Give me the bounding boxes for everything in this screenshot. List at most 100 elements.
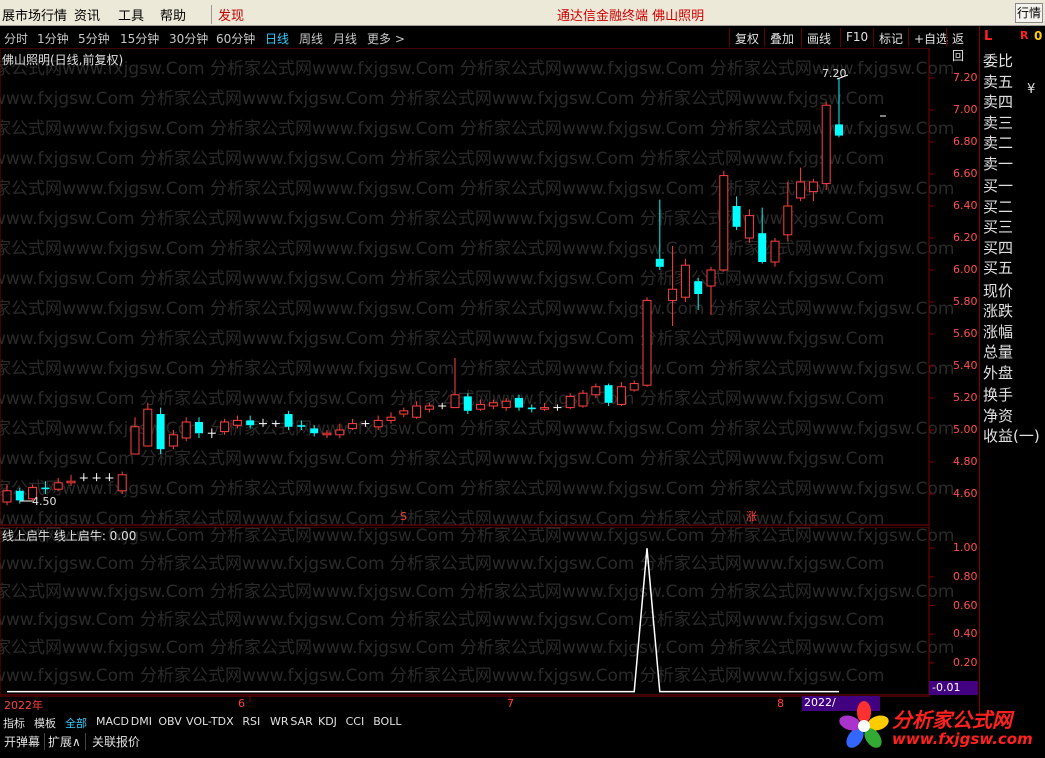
- panel-left-marker[interactable]: L: [984, 29, 992, 44]
- extension-tabs: 开弹幕 扩展∧ 关联报价: [0, 731, 150, 751]
- indicator-chart[interactable]: 分析家公式网www.fxjgsw.Com 分析家公式网www.fxjgsw.Co…: [0, 527, 978, 695]
- indicator-tab[interactable]: KDJ: [318, 715, 337, 728]
- date-axis: 2022年 6 7 8 2022/: [0, 695, 978, 713]
- site-logo: 分析家公式网 www.fxjgsw.com: [834, 696, 1042, 756]
- candle: [117, 471, 127, 494]
- candle: [604, 383, 613, 406]
- quote-label: 换手: [983, 386, 1014, 404]
- indicator-tab[interactable]: OBV: [158, 715, 181, 728]
- candle: [770, 238, 780, 267]
- indicator-tab[interactable]: RSI: [242, 715, 260, 728]
- indicator-tick-label: 0.20: [953, 655, 978, 669]
- period-1min[interactable]: 1分钟: [37, 30, 69, 47]
- quote-button[interactable]: 行情: [1015, 3, 1043, 23]
- indicator-title: 线上启牛 线上启牛: 0.00: [2, 529, 137, 543]
- expand-button[interactable]: 扩展∧: [48, 733, 86, 750]
- price-tick-label: 6.00: [953, 263, 978, 276]
- yen-icon: ¥: [1027, 82, 1036, 97]
- indicator-tab[interactable]: CCI: [346, 715, 365, 728]
- period-weekly[interactable]: 周线: [299, 30, 323, 47]
- watermark-text: 分析家公式网www.fxjgsw.Com 分析家公式网www.fxjgsw.Co…: [0, 638, 954, 658]
- watermark-text: 分析家公式网www.fxjgsw.Com 分析家公式网www.fxjgsw.Co…: [0, 149, 884, 169]
- indicator-svg[interactable]: 分析家公式网www.fxjgsw.Com 分析家公式网www.fxjgsw.Co…: [0, 527, 978, 695]
- candle: [642, 297, 652, 387]
- logo-title: 分析家公式网: [892, 708, 1012, 732]
- indicator-tabs: 指标 模板 全部 MACD DMI OBV VOL-TDX RSI WR SAR KDJ CCI BOL…: [0, 713, 830, 731]
- price-tick-label: 5.60: [953, 327, 978, 340]
- quote-label: 现价: [983, 281, 1014, 300]
- indicator-tab[interactable]: BOLL: [373, 715, 401, 728]
- price-tick-label: 7.20: [953, 71, 978, 84]
- quote-label: 买四: [983, 238, 1014, 257]
- watermark-text: 分析家公式网www.fxjgsw.Com 分析家公式网www.fxjgsw.Co…: [0, 419, 954, 439]
- price-tick-label: 4.80: [953, 455, 978, 468]
- indicator-tab[interactable]: 模板: [34, 715, 56, 731]
- draw-line-button[interactable]: 画线: [801, 28, 836, 47]
- indicator-tick-label: 0.60: [953, 598, 978, 612]
- menu-news[interactable]: 资讯: [74, 5, 100, 24]
- indicator-tick-label: 0.40: [953, 627, 978, 641]
- danmaku-toggle[interactable]: 开弹幕: [4, 733, 46, 750]
- period-intraday[interactable]: 分时: [4, 30, 28, 47]
- quote-label: 买五: [983, 259, 1014, 277]
- period-15min[interactable]: 15分钟: [120, 30, 159, 47]
- watermark-text: 分析家公式网www.fxjgsw.Com 分析家公式网www.fxjgsw.Co…: [0, 479, 954, 499]
- watermark-text: 分析家公式网www.fxjgsw.Com 分析家公式网www.fxjgsw.Co…: [0, 89, 884, 109]
- watermark-text: 分析家公式网www.fxjgsw.Com 分析家公式网www.fxjgsw.Co…: [0, 329, 884, 349]
- price-tick-label: 6.40: [953, 199, 978, 212]
- panel-right-marker[interactable]: R: [1020, 29, 1028, 42]
- quote-panel: L R 0 委比 卖五 卖四 卖三 卖二 卖一 买一 买二 买三 买四 买五 现价 涨跌 涨幅 总量 外盘 换手…: [979, 26, 1045, 714]
- quote-label: 卖四: [983, 93, 1014, 111]
- period-30min[interactable]: 30分钟: [169, 30, 208, 47]
- candles-layer: [2, 74, 886, 506]
- indicator-tab[interactable]: MACD: [96, 715, 129, 728]
- quote-label: 净资: [983, 406, 1014, 425]
- candlestick-svg[interactable]: 分析家公式网www.fxjgsw.Com 分析家公式网www.fxjgsw.Co…: [0, 48, 978, 526]
- menu-help[interactable]: 帮助: [160, 5, 186, 24]
- indicator-tab[interactable]: 指标: [3, 715, 25, 731]
- quote-label: 买一: [983, 177, 1014, 195]
- flower-logo-icon: [839, 701, 889, 748]
- period-monthly[interactable]: 月线: [333, 30, 357, 47]
- indicator-tick-label: 0.80: [953, 569, 978, 583]
- watermark-text: 分析家公式网www.fxjgsw.Com 分析家公式网www.fxjgsw.Co…: [0, 554, 884, 574]
- quote-label: 收益(一): [983, 427, 1040, 445]
- quote-label: 委比: [983, 52, 1014, 70]
- panel-zero-marker: 0: [1034, 29, 1043, 43]
- sell-signal-marker: S: [400, 510, 407, 523]
- related-quotes-button[interactable]: 关联报价: [92, 733, 144, 750]
- candle: [629, 380, 639, 392]
- chart-title: 佛山照明(日线,前复权): [2, 53, 124, 67]
- indicator-tab[interactable]: 全部: [65, 715, 87, 731]
- candle: [143, 402, 153, 447]
- mark-button[interactable]: 标记: [873, 28, 908, 47]
- candlestick-chart[interactable]: 分析家公式网www.fxjgsw.Com 分析家公式网www.fxjgsw.Co…: [0, 48, 978, 526]
- indicator-tab[interactable]: WR: [270, 715, 289, 728]
- indicator-tab[interactable]: DMI: [131, 715, 152, 728]
- menu-market[interactable]: 展市场行情: [2, 5, 67, 24]
- menu-discover[interactable]: 发现: [211, 5, 244, 24]
- period-60min[interactable]: 60分钟: [216, 30, 255, 47]
- overlay-button[interactable]: 叠加: [764, 28, 799, 47]
- quote-label: 卖二: [983, 134, 1014, 152]
- watermark-layer: 分析家公式网www.fxjgsw.Com 分析家公式网www.fxjgsw.Co…: [0, 527, 954, 686]
- back-button[interactable]: 返回: [946, 28, 978, 63]
- candle: [680, 258, 690, 302]
- logo-url: www.fxjgsw.com: [892, 730, 1033, 748]
- indicator-tab[interactable]: VOL-TDX: [186, 715, 234, 728]
- price-tick-label: 5.20: [953, 391, 978, 404]
- period-more[interactable]: 更多 >: [367, 30, 405, 47]
- period-daily[interactable]: 日线: [265, 30, 289, 47]
- quote-label: 买二: [983, 197, 1014, 216]
- candle: [796, 167, 806, 202]
- menu-tools[interactable]: 工具: [118, 5, 144, 24]
- indicator-tab[interactable]: SAR: [290, 715, 312, 728]
- quote-label: 卖三: [983, 113, 1014, 132]
- f10-button[interactable]: F10: [840, 28, 873, 47]
- limit-up-marker: 涨: [746, 510, 757, 523]
- period-5min[interactable]: 5分钟: [78, 30, 110, 47]
- candle: [399, 407, 409, 418]
- quote-label: 卖五: [983, 72, 1014, 91]
- price-tick-label: 7.00: [953, 103, 978, 116]
- adjust-button[interactable]: 复权: [729, 28, 764, 47]
